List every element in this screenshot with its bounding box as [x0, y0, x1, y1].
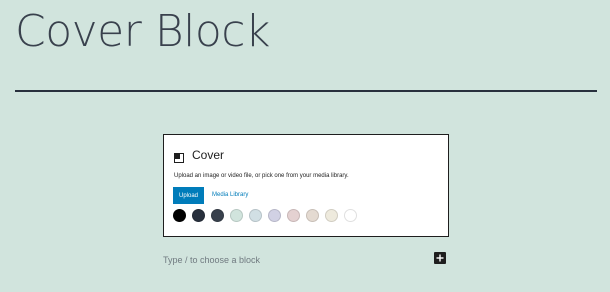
color-swatch[interactable] — [344, 209, 357, 222]
add-block-button[interactable] — [434, 252, 446, 264]
color-swatch[interactable] — [306, 209, 319, 222]
plus-icon — [436, 254, 444, 262]
color-swatch[interactable] — [173, 209, 186, 222]
cover-block-placeholder[interactable]: Cover Upload an image or video file, or … — [163, 134, 449, 237]
color-swatch[interactable] — [192, 209, 205, 222]
cover-icon — [174, 150, 184, 163]
cover-label: Cover — [192, 148, 225, 162]
page-title: Cover Block — [15, 6, 270, 57]
title-separator — [15, 90, 597, 92]
color-swatch[interactable] — [249, 209, 262, 222]
color-swatch[interactable] — [325, 209, 338, 222]
block-appender-placeholder[interactable]: Type / to choose a block — [163, 255, 260, 265]
color-swatch[interactable] — [211, 209, 224, 222]
cover-instructions: Upload an image or video file, or pick o… — [174, 173, 349, 179]
media-library-button[interactable]: Media Library — [212, 187, 248, 204]
color-swatches — [173, 209, 363, 222]
color-swatch[interactable] — [268, 209, 281, 222]
color-swatch[interactable] — [287, 209, 300, 222]
cover-header: Cover — [174, 148, 225, 163]
color-swatch[interactable] — [230, 209, 243, 222]
upload-button[interactable]: Upload — [173, 187, 204, 204]
